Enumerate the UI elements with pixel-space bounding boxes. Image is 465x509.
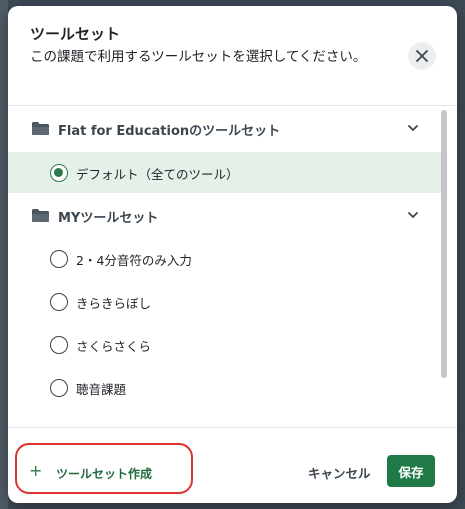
chevron-down-icon xyxy=(408,125,418,131)
create-toolset-label: ツールセット作成 xyxy=(56,467,153,481)
toolset-dialog: ツールセット この課題で利用するツールセットを選択してください。 Flat fo… xyxy=(8,6,457,503)
option-sakura-sakura[interactable]: さくらさくら xyxy=(8,324,442,365)
dialog-subtitle: この課題で利用するツールセットを選択してください。 xyxy=(30,49,367,65)
list-scrollbar[interactable] xyxy=(441,110,447,378)
option-label: さくらさくら xyxy=(76,339,152,354)
radio-unselected[interactable] xyxy=(50,379,68,397)
group-header-flat[interactable]: Flat for Educationのツールセット xyxy=(8,109,438,149)
dialog-header: ツールセット この課題で利用するツールセットを選択してください。 xyxy=(8,6,457,102)
option-default-all-tools[interactable]: デフォルト（全てのツール） xyxy=(8,152,442,193)
radio-selected[interactable] xyxy=(50,164,68,182)
option-quarter-half-notes[interactable]: 2・4分音符のみ入力 xyxy=(8,238,442,279)
option-label: 聴音課題 xyxy=(76,382,127,397)
group-header-my[interactable]: MYツールセット xyxy=(8,196,438,236)
toolset-list[interactable]: Flat for Educationのツールセット デフォルト（全てのツール） … xyxy=(8,106,457,434)
option-dictation[interactable]: 聴音課題 xyxy=(8,367,442,408)
folder-icon xyxy=(32,209,49,222)
option-label: 2・4分音符のみ入力 xyxy=(76,253,192,268)
option-kirakira-boshi[interactable]: きらきらぼし xyxy=(8,281,442,322)
chevron-down-icon xyxy=(408,212,418,218)
dialog-footer: + ツールセット作成 キャンセル 保存 xyxy=(8,428,457,503)
close-button[interactable] xyxy=(408,42,436,70)
dialog-title: ツールセット xyxy=(30,25,121,43)
option-label: きらきらぼし xyxy=(76,296,152,311)
group-label: MYツールセット xyxy=(58,211,159,226)
cancel-button[interactable]: キャンセル xyxy=(308,461,371,483)
save-button[interactable]: 保存 xyxy=(387,455,435,487)
radio-unselected[interactable] xyxy=(50,250,68,268)
group-label: Flat for Educationのツールセット xyxy=(58,124,281,139)
plus-icon: + xyxy=(29,461,43,480)
close-icon xyxy=(416,50,428,62)
create-toolset-button[interactable]: + ツールセット作成 xyxy=(24,456,174,488)
radio-unselected[interactable] xyxy=(50,293,68,311)
radio-unselected[interactable] xyxy=(50,336,68,354)
option-label: デフォルト（全てのツール） xyxy=(76,167,239,182)
page-backdrop xyxy=(0,0,8,509)
folder-icon xyxy=(32,122,49,135)
